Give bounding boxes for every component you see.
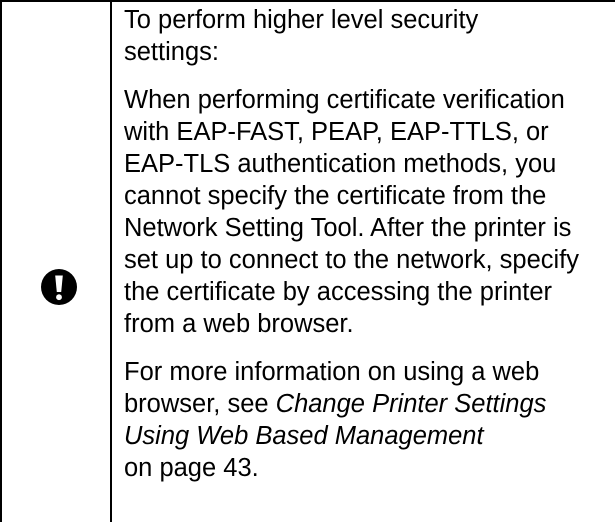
text-line: cannot specify the certificate from the <box>124 182 547 210</box>
note-content: To perform higher level security setting… <box>124 4 608 484</box>
page-reference: on page 43. <box>124 454 259 482</box>
note-paragraph-intro: To perform higher level security setting… <box>124 4 608 68</box>
text-line: settings: <box>124 38 219 66</box>
text-line-with-reference: Using Web Based Management <box>124 420 608 452</box>
text-line: set up to connect to the network, specif… <box>124 246 580 274</box>
text-line: from a web browser. <box>124 310 354 338</box>
text-line: When performing certificate verification <box>124 86 565 114</box>
text-line: Network Setting Tool. After the printer … <box>124 214 572 242</box>
note-paragraph-more-info: For more information on using a web brow… <box>124 356 608 484</box>
text-line: with EAP-FAST, PEAP, EAP-TTLS, or <box>124 118 549 146</box>
text-fragment: browser, see <box>124 390 276 418</box>
note-paragraph-certificate: When performing certificate verification… <box>124 84 608 340</box>
text-line: To perform higher level security <box>124 6 479 34</box>
column-divider <box>110 0 112 522</box>
exclamation-alert-icon <box>41 269 77 305</box>
cross-reference-link[interactable]: Change Printer Settings <box>276 390 547 418</box>
text-line: the certificate by accessing the printer <box>124 278 553 306</box>
cross-reference-link[interactable]: Using Web Based Management <box>124 422 484 450</box>
note-box: To perform higher level security setting… <box>0 0 615 522</box>
text-line-with-reference: browser, see Change Printer Settings <box>124 388 608 420</box>
icon-cell <box>2 2 110 522</box>
text-line: For more information on using a web <box>124 358 540 386</box>
text-line: EAP-TLS authentication methods, you <box>124 150 557 178</box>
